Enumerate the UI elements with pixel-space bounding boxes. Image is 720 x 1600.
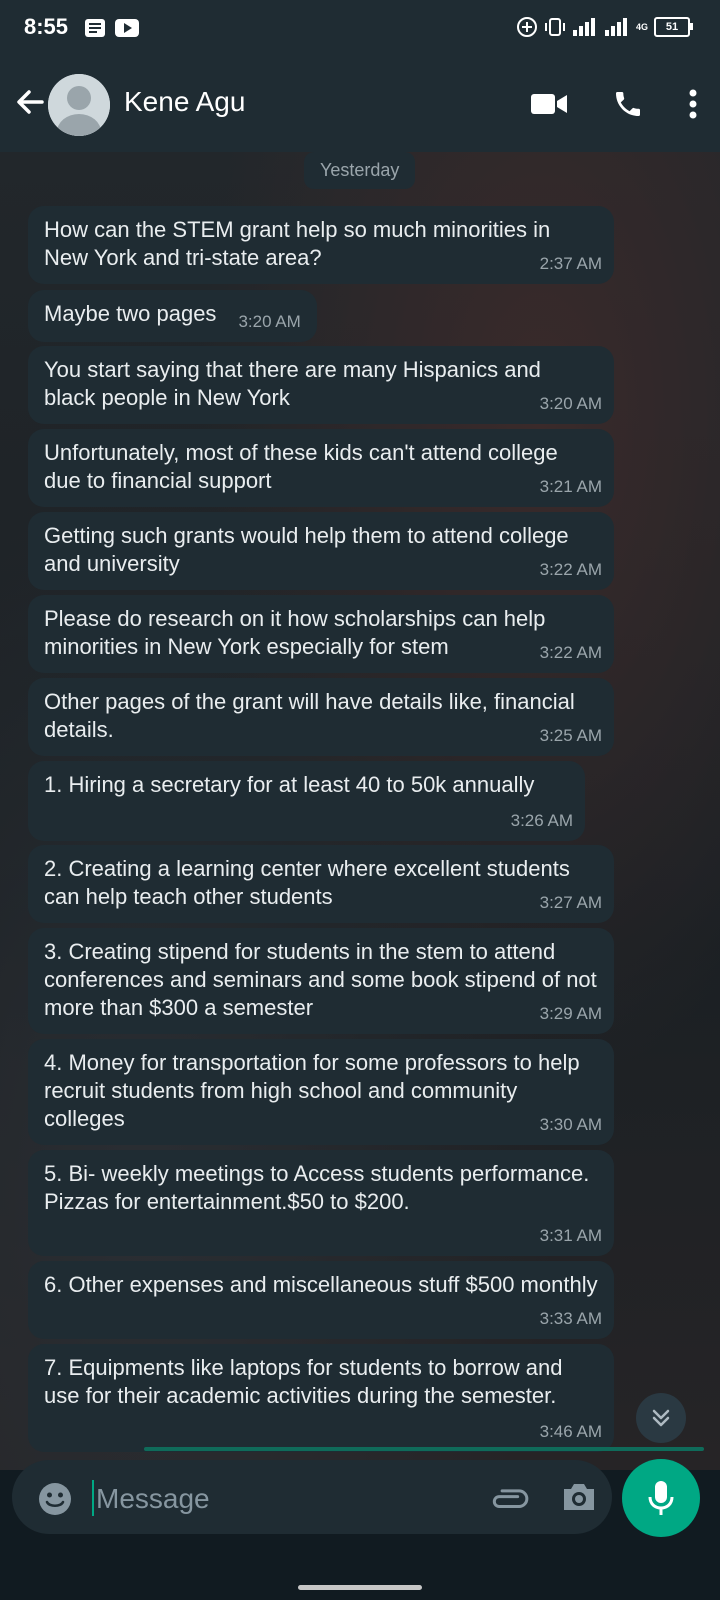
chat-header: Kene Agu bbox=[0, 58, 720, 152]
message-time: 3:25 AM bbox=[539, 726, 602, 745]
back-arrow-icon[interactable] bbox=[14, 86, 46, 118]
message-text: 2. Creating a learning center where exce… bbox=[44, 856, 570, 909]
message-time: 3:20 AM bbox=[539, 394, 602, 413]
divider bbox=[144, 1447, 704, 1451]
message-text: Please do research on it how scholarship… bbox=[44, 606, 546, 659]
message-bubble[interactable]: 4. Money for transportation for some pro… bbox=[28, 1039, 614, 1145]
message-text: 4. Money for transportation for some pro… bbox=[44, 1050, 580, 1131]
message-time: 3:27 AM bbox=[539, 893, 602, 912]
notification-news-icon bbox=[85, 19, 105, 37]
message-bubble[interactable]: 1. Hiring a secretary for at least 40 to… bbox=[28, 761, 585, 841]
message-text: How can the STEM grant help so much mino… bbox=[44, 217, 551, 270]
more-options-icon[interactable] bbox=[688, 89, 698, 119]
signal-icon-2 bbox=[604, 18, 627, 36]
message-bubble[interactable]: 7. Equipments like laptops for students … bbox=[28, 1344, 614, 1452]
message-time: 3:22 AM bbox=[539, 560, 602, 579]
notification-youtube-icon bbox=[115, 19, 139, 37]
message-time: 3:29 AM bbox=[539, 1004, 602, 1023]
message-bubble[interactable]: 3. Creating stipend for students in the … bbox=[28, 928, 614, 1034]
message-text: 5. Bi- weekly meetings to Access student… bbox=[44, 1161, 590, 1214]
message-time: 3:22 AM bbox=[539, 643, 602, 662]
message-composer bbox=[12, 1460, 612, 1534]
message-bubble[interactable]: 6. Other expenses and miscellaneous stuf… bbox=[28, 1261, 614, 1339]
scroll-down-icon bbox=[652, 1409, 670, 1427]
camera-icon[interactable] bbox=[560, 1480, 598, 1514]
message-text: You start saying that there are many His… bbox=[44, 357, 541, 410]
message-time: 3:33 AM bbox=[539, 1309, 602, 1328]
message-text: 6. Other expenses and miscellaneous stuf… bbox=[44, 1272, 598, 1297]
message-text: Unfortunately, most of these kids can't … bbox=[44, 440, 558, 493]
status-bar: 8:55 4G 51 bbox=[0, 0, 720, 58]
network-type: 4G bbox=[635, 21, 648, 32]
home-indicator[interactable] bbox=[298, 1585, 422, 1590]
message-input[interactable] bbox=[94, 1478, 478, 1520]
default-avatar-icon bbox=[48, 74, 110, 136]
message-text: 1. Hiring a secretary for at least 40 to… bbox=[44, 772, 535, 797]
message-bubble[interactable]: Unfortunately, most of these kids can't … bbox=[28, 429, 614, 507]
status-time: 8:55 bbox=[24, 14, 69, 39]
voice-call-icon[interactable] bbox=[612, 88, 644, 120]
message-bubble[interactable]: Other pages of the grant will have detai… bbox=[28, 678, 614, 756]
message-time: 3:21 AM bbox=[539, 477, 602, 496]
message-bubble[interactable]: Maybe two pages 3:20 AM bbox=[28, 290, 317, 342]
mic-icon bbox=[648, 1481, 674, 1515]
data-saver-icon bbox=[516, 17, 537, 37]
message-time: 3:46 AM bbox=[539, 1422, 602, 1441]
message-text: 3. Creating stipend for students in the … bbox=[44, 939, 597, 1020]
message-text: 7. Equipments like laptops for students … bbox=[44, 1355, 563, 1408]
message-bubble[interactable]: How can the STEM grant help so much mino… bbox=[28, 206, 614, 284]
message-bubble[interactable]: 5. Bi- weekly meetings to Access student… bbox=[28, 1150, 614, 1256]
status-right-icons: 4G 51 bbox=[516, 16, 693, 38]
message-time: 2:37 AM bbox=[539, 254, 602, 273]
header-actions bbox=[530, 88, 698, 120]
avatar[interactable] bbox=[48, 74, 110, 136]
video-call-icon[interactable] bbox=[530, 91, 568, 117]
scroll-down-button[interactable] bbox=[636, 1393, 686, 1443]
message-text: Maybe two pages bbox=[44, 301, 217, 326]
message-bubble[interactable]: 2. Creating a learning center where exce… bbox=[28, 845, 614, 923]
message-bubble[interactable]: You start saying that there are many His… bbox=[28, 346, 614, 424]
message-bubble[interactable]: Please do research on it how scholarship… bbox=[28, 595, 614, 673]
signal-icon bbox=[572, 18, 595, 36]
message-time: 3:20 AM bbox=[238, 312, 301, 331]
contact-name[interactable]: Kene Agu bbox=[124, 86, 245, 118]
status-left-icons bbox=[84, 18, 140, 38]
vibrate-icon bbox=[544, 18, 565, 36]
mic-button[interactable] bbox=[622, 1459, 700, 1537]
message-time: 3:31 AM bbox=[539, 1226, 602, 1245]
message-text: Other pages of the grant will have detai… bbox=[44, 689, 575, 742]
message-text: Getting such grants would help them to a… bbox=[44, 523, 569, 576]
date-chip: Yesterday bbox=[304, 152, 416, 189]
message-bubble[interactable]: Getting such grants would help them to a… bbox=[28, 512, 614, 590]
message-time: 3:26 AM bbox=[510, 811, 573, 830]
emoji-icon[interactable] bbox=[38, 1482, 72, 1516]
message-time: 3:30 AM bbox=[539, 1115, 602, 1134]
battery-icon: 51 bbox=[654, 17, 693, 37]
attach-icon[interactable] bbox=[492, 1480, 532, 1516]
